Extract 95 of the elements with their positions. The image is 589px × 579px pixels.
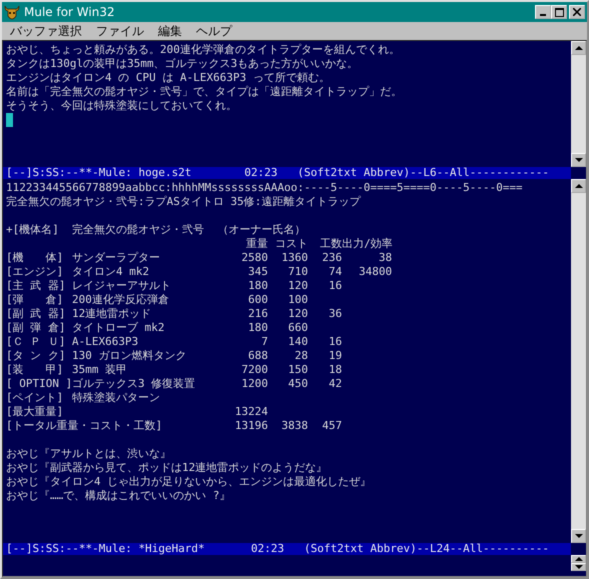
table-cell-text: 180 xyxy=(247,279,268,293)
row-label: [主 武 器] xyxy=(6,279,66,293)
table-cell-text: 710 xyxy=(287,265,308,279)
down-arrow-icon xyxy=(574,564,582,570)
table-cell-text: 19 xyxy=(328,349,342,363)
up-arrow-icon xyxy=(574,556,582,562)
part-name: タイトローブ mk2 xyxy=(72,321,166,335)
row-label: [タ ン ク] xyxy=(6,349,66,363)
part-name: 35mm 装甲 xyxy=(72,363,128,377)
part-name: 12連地雷ポッド xyxy=(72,307,152,321)
part-name: 200連化学反応弾倉 xyxy=(72,293,170,307)
scrollbar[interactable] xyxy=(571,41,586,167)
close-icon xyxy=(573,8,581,16)
up-arrow-icon xyxy=(574,46,582,50)
table-cell-text: 34800 xyxy=(358,265,392,279)
row-label: [装 甲] xyxy=(6,363,64,377)
table-cell-text: 180 xyxy=(247,321,268,335)
column-header: 重量 xyxy=(245,237,268,251)
row-label: [機 体] xyxy=(6,251,64,265)
summary-line: 完全無欠の髭オヤジ・弐号:ラプASタイトロ 35修:遠距離タイトラップ xyxy=(6,195,362,209)
column-header: 出力/効率 xyxy=(342,237,392,251)
ruler-line: 112233445566778899aabbcc:hhhhMMssssssssAAAoo:----5----0====5====0----5----0=== xyxy=(6,181,524,195)
close-button[interactable] xyxy=(569,5,585,19)
text-line: エンジンはタイロン4 の CPU は A-LEX663P3 って所で頼む。 xyxy=(6,71,331,85)
column-header: コスト xyxy=(274,237,308,251)
row-label: [副 武 器] xyxy=(6,307,66,321)
row-label: [副 弾 倉] xyxy=(6,321,66,335)
table-cell-text: 13196 xyxy=(234,419,268,433)
down-arrow-icon xyxy=(574,158,582,162)
table-cell-text: 7 xyxy=(260,335,268,349)
dialogue-line: おやじ『……で、構成はこれでいいのかい ?』 xyxy=(6,489,232,503)
part-name: 特殊塗装パターン xyxy=(72,391,161,405)
table-cell-text: 74 xyxy=(328,265,342,279)
table-cell-text: 100 xyxy=(287,293,308,307)
text-line: おやじ、ちょっと頼みがある。200連化学弾倉のタイトラプターを組んでくれ。 xyxy=(6,43,401,57)
table-cell-text: 36 xyxy=(328,307,342,321)
table-cell-text: 42 xyxy=(328,377,342,391)
minimize-button[interactable] xyxy=(535,5,551,19)
text-line: そうそう、今回は特殊塗装にしておいてくれ。 xyxy=(6,99,238,113)
part-name: 130 ガロン燃料タンク xyxy=(72,349,188,363)
part-name: A-LEX663P3 xyxy=(72,335,140,349)
table-cell-text: 345 xyxy=(247,265,268,279)
part-name: タイロン4 mk2 xyxy=(72,265,150,279)
scroll-up-button[interactable] xyxy=(571,555,586,563)
table-cell-text: 457 xyxy=(321,419,342,433)
table-cell-text: 28 xyxy=(294,349,308,363)
table-cell-text: 13224 xyxy=(234,405,268,419)
table-cell-text: 7200 xyxy=(240,363,268,377)
scroll-down-button[interactable] xyxy=(571,563,586,571)
table-cell-text: 236 xyxy=(321,251,342,265)
dialogue-line: おやじ『タイロン4 じゃ出力が足りないから、エンジンは最適化したぜ』 xyxy=(6,475,372,489)
text-line: タンクは130glの装甲は35mm、ゴルテックス3もあった方がいいかな。 xyxy=(6,57,360,71)
part-name: ゴルテックス3 修復装置 xyxy=(72,377,196,391)
window-title: Mule for Win32 xyxy=(24,5,116,19)
row-label: [エンジン] xyxy=(6,265,64,279)
table-cell-text: 216 xyxy=(247,307,268,321)
up-arrow-icon xyxy=(574,184,582,188)
scrollbar[interactable] xyxy=(571,179,586,543)
table-cell-text: 150 xyxy=(287,363,308,377)
part-name: レイジャーアサルト xyxy=(72,279,172,293)
table-cell-text: 600 xyxy=(247,293,268,307)
menu-item[interactable]: ファイル xyxy=(96,22,144,40)
maximize-icon xyxy=(554,8,564,16)
maximize-button[interactable] xyxy=(551,5,567,19)
menu-item[interactable]: バッファ選択 xyxy=(10,22,82,40)
column-header: 工数 xyxy=(319,237,342,251)
table-cell-text: 16 xyxy=(328,279,342,293)
table-cell-text: 3838 xyxy=(280,419,308,433)
row-label: [ OPTION ] xyxy=(6,377,72,391)
table-cell-text: 660 xyxy=(287,321,308,335)
table-cell-text: 16 xyxy=(328,335,342,349)
table-cell-text: 140 xyxy=(287,335,308,349)
table-cell-text: 18 xyxy=(328,363,342,377)
dialogue-line: おやじ『副武器から見て、ポッドは12連地雷ポッドのようだな』 xyxy=(6,461,328,475)
part-name: サンダーラプター xyxy=(72,251,161,265)
table-cell-text: 120 xyxy=(287,279,308,293)
table-cell-text: 1200 xyxy=(240,377,268,391)
row-label: [トータル重量・コスト・工数] xyxy=(6,419,164,433)
table-cell-text: 38 xyxy=(378,251,392,265)
row-label: [最大重量] xyxy=(6,405,64,419)
table-cell-text: 120 xyxy=(287,307,308,321)
bull-head-icon xyxy=(4,4,20,20)
row-label: [弾 倉] xyxy=(6,293,64,307)
text-line: 名前は「完全無欠の髭オヤジ・弐号」で、タイプは「遠距離タイトラップ」だ。 xyxy=(6,85,403,99)
table-cell-text: 2580 xyxy=(240,251,268,265)
dialogue-line: おやじ『アサルトとは、渋いな』 xyxy=(6,447,172,461)
table-cell-text: 688 xyxy=(247,349,268,363)
menu-item[interactable]: 編集 xyxy=(158,22,182,40)
down-arrow-icon xyxy=(574,534,582,538)
menu-item[interactable]: ヘルプ xyxy=(196,22,232,40)
heading-line: +[機体名] 完全無欠の髭オヤジ・弐号 （オーナー氏名） xyxy=(6,223,306,237)
row-label: [ペイント] xyxy=(6,391,64,405)
row-label: [Ｃ Ｐ Ｕ] xyxy=(6,335,66,349)
table-cell-text: 450 xyxy=(287,377,308,391)
table-cell-text: 1360 xyxy=(280,251,308,265)
